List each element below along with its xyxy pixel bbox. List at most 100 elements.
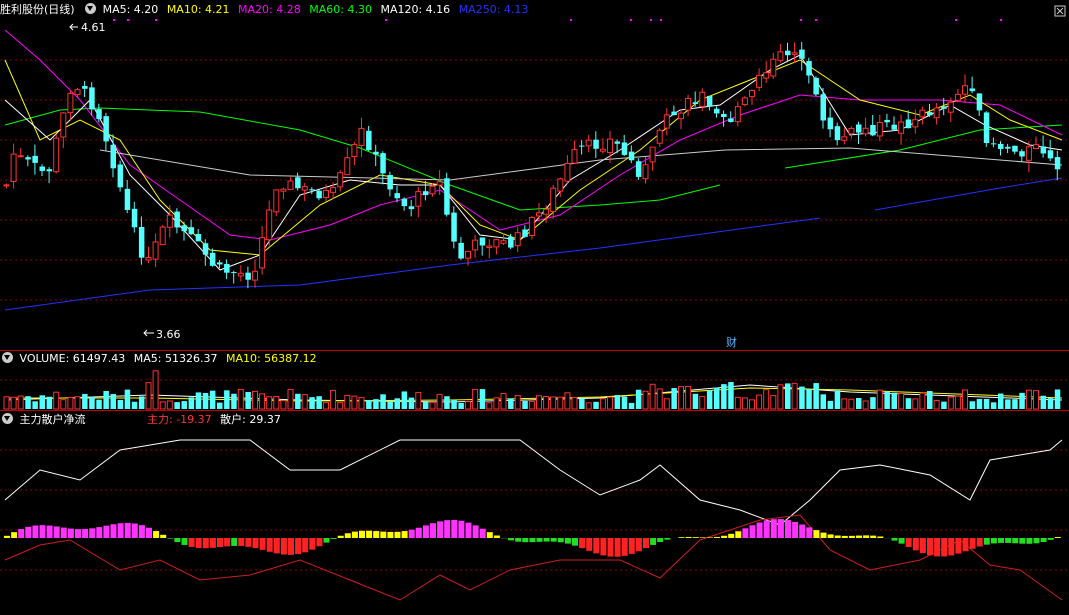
candle-body bbox=[770, 58, 777, 77]
flow-bar bbox=[550, 538, 557, 542]
flow-bar bbox=[919, 538, 926, 554]
candle-body bbox=[834, 126, 841, 141]
volume-bar bbox=[947, 396, 954, 410]
volume-bar bbox=[614, 394, 621, 409]
volume-bar bbox=[593, 401, 599, 409]
volume-bar bbox=[344, 394, 351, 410]
financial-report-marker[interactable]: 财 bbox=[726, 335, 737, 349]
candle-body bbox=[436, 181, 443, 186]
flow-bar bbox=[770, 519, 777, 538]
flow-bar bbox=[167, 538, 174, 539]
volume-bar bbox=[756, 394, 763, 410]
candle-body bbox=[1047, 150, 1054, 159]
volume-bar bbox=[579, 398, 585, 409]
candle-body bbox=[380, 153, 386, 174]
flow-bar bbox=[998, 538, 1004, 543]
candle-body bbox=[749, 90, 755, 98]
flow-bar bbox=[792, 521, 799, 538]
volume-bar bbox=[564, 392, 571, 410]
flow-bar bbox=[799, 524, 806, 538]
flow-bar bbox=[188, 538, 195, 547]
flow-bar bbox=[4, 535, 10, 538]
candle-body bbox=[444, 178, 450, 215]
volume-bar bbox=[3, 396, 10, 410]
volume-bar bbox=[316, 396, 322, 409]
high-price-marker: 4.61 bbox=[69, 21, 106, 34]
candle-body bbox=[1012, 145, 1018, 152]
candle-body bbox=[287, 180, 294, 190]
flow-bar bbox=[344, 533, 351, 538]
candle-body bbox=[905, 119, 912, 129]
stock-chart-canvas[interactable]: 4.61 3.66 财 bbox=[0, 0, 1069, 615]
volume-bar bbox=[1054, 389, 1061, 409]
volume-bar bbox=[465, 401, 471, 410]
candle-body bbox=[962, 85, 968, 95]
volume-bar bbox=[954, 395, 961, 410]
volume-bar bbox=[621, 396, 628, 409]
volume-bar bbox=[444, 396, 450, 409]
candle-body bbox=[252, 270, 258, 281]
candle-body bbox=[103, 116, 109, 142]
volume-bar bbox=[252, 390, 258, 410]
candle-body bbox=[124, 188, 131, 210]
flow-bar bbox=[273, 538, 280, 554]
ma250-line bbox=[4, 217, 821, 311]
flow-bar bbox=[359, 530, 365, 538]
volume-bar bbox=[976, 398, 983, 409]
volume-bar bbox=[266, 396, 273, 410]
volume-bar bbox=[330, 389, 337, 410]
volume-bar bbox=[898, 393, 905, 410]
volume-bar bbox=[493, 397, 500, 410]
volume-bar bbox=[876, 389, 883, 410]
flow-bar bbox=[898, 538, 905, 544]
candle-body bbox=[990, 143, 997, 145]
candle-body bbox=[741, 97, 748, 106]
volume-bar bbox=[919, 392, 926, 410]
volume-bar bbox=[273, 395, 280, 410]
flow-bar bbox=[373, 531, 380, 538]
flow-bar bbox=[252, 538, 259, 549]
event-dot bbox=[660, 19, 662, 21]
volume-bar bbox=[280, 400, 287, 410]
event-dot bbox=[127, 19, 129, 21]
volume-bar bbox=[663, 398, 670, 410]
flow-bar bbox=[1040, 538, 1047, 543]
volume-bar bbox=[174, 402, 180, 409]
flow-bar bbox=[366, 530, 373, 538]
flow-bar bbox=[515, 538, 522, 542]
volume-bar bbox=[387, 401, 393, 409]
flow-bar bbox=[941, 538, 948, 557]
candle-body bbox=[514, 232, 521, 247]
candle-body bbox=[1005, 146, 1011, 149]
flow-bar bbox=[302, 538, 309, 553]
volume-bar bbox=[295, 393, 301, 409]
volume-bar bbox=[777, 384, 784, 410]
high-price-text: 4.61 bbox=[81, 21, 106, 34]
candle-body bbox=[408, 206, 415, 210]
volume-bar bbox=[10, 396, 17, 410]
volume-bar bbox=[366, 400, 372, 409]
candle-body bbox=[458, 242, 464, 259]
flow-bar bbox=[444, 520, 451, 538]
candle-body bbox=[1040, 146, 1047, 154]
volume-bar bbox=[550, 396, 557, 410]
candle-body bbox=[933, 107, 940, 119]
flow-bar bbox=[820, 532, 827, 538]
candle-body bbox=[323, 189, 329, 198]
flow-bar bbox=[912, 538, 919, 551]
volume-bar bbox=[692, 393, 699, 409]
volume-bar bbox=[25, 396, 31, 409]
volume-bar bbox=[870, 397, 876, 409]
volume-bar bbox=[642, 390, 649, 410]
candle-body bbox=[429, 185, 436, 195]
volume-bar bbox=[1005, 399, 1011, 409]
volume-bar bbox=[649, 383, 656, 410]
flow-bar bbox=[387, 531, 394, 538]
volume-bar bbox=[89, 396, 95, 409]
candle-body bbox=[884, 119, 890, 123]
flow-bar bbox=[415, 527, 422, 538]
flow-bar bbox=[195, 538, 202, 549]
flow-bar bbox=[437, 521, 444, 538]
candle-body bbox=[813, 77, 819, 95]
moving-average-lines bbox=[4, 29, 1063, 601]
